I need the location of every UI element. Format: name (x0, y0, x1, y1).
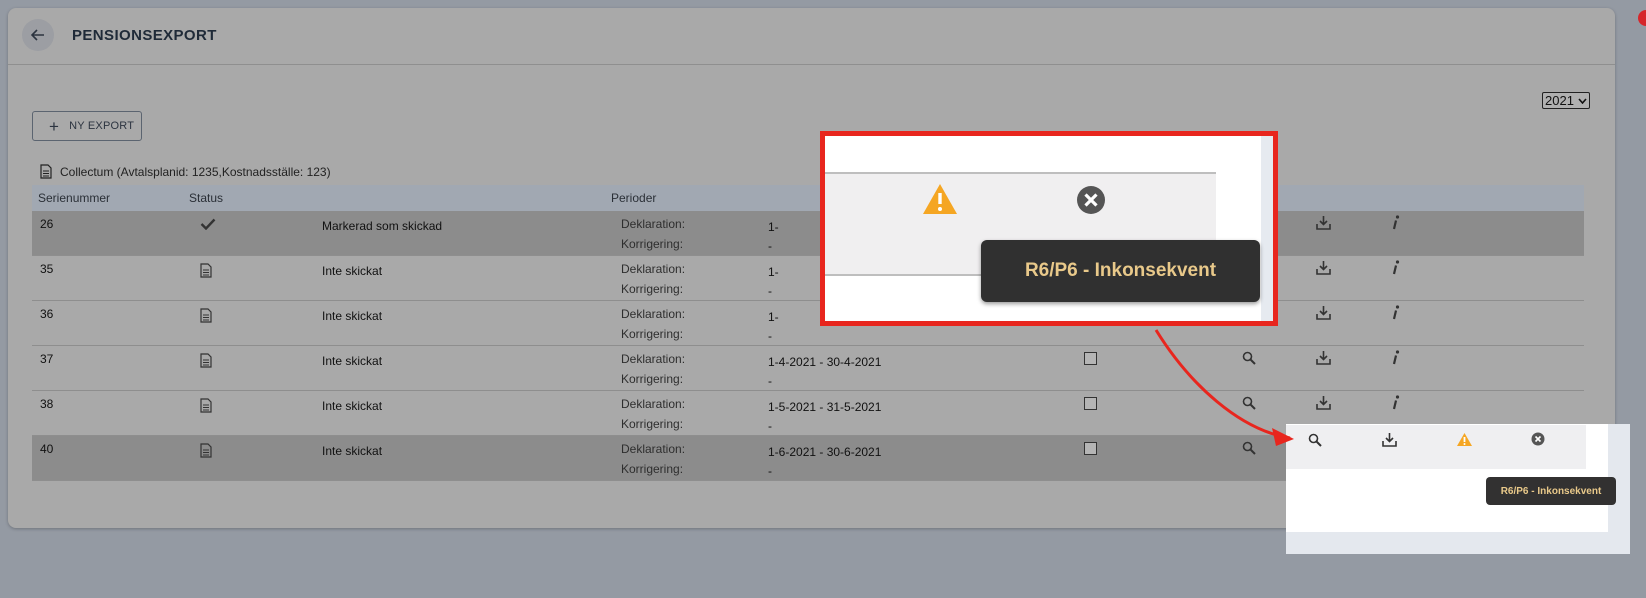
callout-arrow (1154, 329, 1294, 446)
